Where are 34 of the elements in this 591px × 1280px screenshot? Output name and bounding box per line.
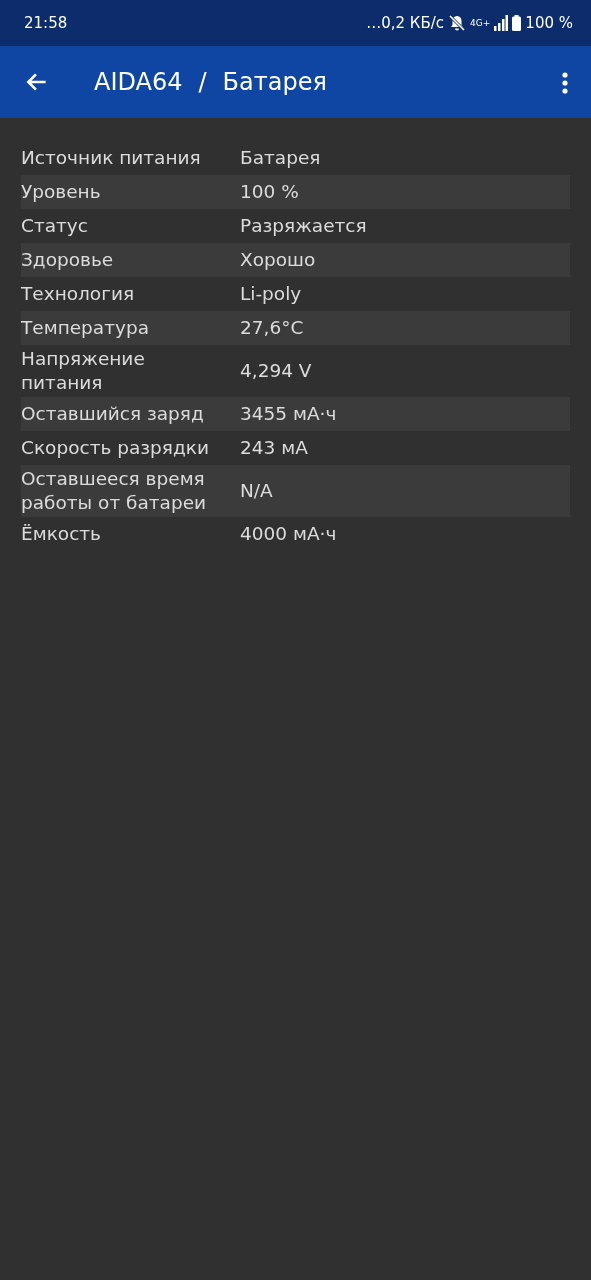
field-value: Хорошо [240,248,316,272]
field-label: Оставшийся заряд [21,402,205,426]
signal-icon [494,15,509,31]
field-value: 4,294 V [240,359,312,383]
field-value: 100 % [240,180,299,204]
field-label: Технология [21,282,136,306]
field-label: Напряжение питания [21,347,146,395]
field-label: Скорость разрядки [21,436,210,460]
field-value: 243 мА [240,436,308,460]
app-title: AIDA64 [94,67,183,98]
field-value: 27,6°C [240,316,304,340]
field-label: Здоровье [21,248,115,272]
battery-percent: 100 % [525,12,573,34]
field-label: Ёмкость [21,522,102,546]
field-value: 4000 мА·ч [240,522,337,546]
field-value: Разряжается [240,214,367,238]
field-label: Статус [21,214,89,238]
field-label: Источник питания [21,146,202,170]
field-value: 3455 мА·ч [240,402,337,426]
network-type: 4G+ [470,18,491,28]
page-title: Батарея [222,67,327,98]
muted-bell-icon [448,14,467,32]
field-label: Уровень [21,180,102,204]
battery-icon [512,15,522,31]
field-value: Батарея [240,146,321,170]
field-label: Оставшееся время работы от батареи [21,467,208,515]
breadcrumb-separator: / [198,67,207,98]
more-options-icon [562,71,568,94]
clock: 21:58 [24,12,68,34]
field-value: N/A [240,479,273,503]
field-value: Li-poly [240,282,302,306]
more-notifications-icon: … [366,11,382,35]
network-speed: 0,2 КБ/с [381,12,445,34]
field-label: Температура [21,316,150,340]
